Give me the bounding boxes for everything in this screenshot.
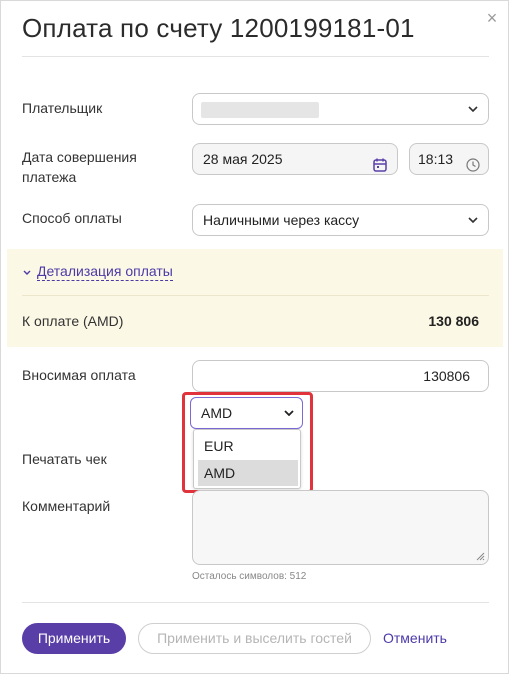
apply-button[interactable]: Применить xyxy=(22,623,126,654)
currency-dropdown: EUR AMD xyxy=(193,429,301,489)
payment-label: Вносимая оплата xyxy=(22,367,136,383)
payment-amount-value: 130806 xyxy=(423,368,470,384)
date-label: Дата совершения платежа xyxy=(22,147,137,187)
currency-select[interactable]: AMD xyxy=(190,397,303,429)
payment-details-toggle[interactable]: Детализация оплаты xyxy=(23,263,173,281)
footer-divider xyxy=(22,602,489,603)
payer-value-redacted xyxy=(201,102,319,118)
comment-counter: Осталось символов: 512 xyxy=(192,571,307,582)
currency-value: AMD xyxy=(201,405,233,421)
payer-label: Плательщик xyxy=(22,100,103,116)
date-label-line2: платежа xyxy=(22,169,77,185)
resize-grip-icon[interactable] xyxy=(475,551,485,561)
cancel-link[interactable]: Отменить xyxy=(383,630,447,646)
date-value: 28 мая 2025 xyxy=(203,151,283,167)
apply-and-checkout-button[interactable]: Применить и выселить гостей xyxy=(138,623,371,654)
print-receipt-label: Печатать чек xyxy=(22,451,107,467)
chevron-down-icon xyxy=(468,205,478,235)
method-label: Способ оплаты xyxy=(22,210,122,226)
payment-details-label: Детализация оплаты xyxy=(37,263,173,281)
amount-due-value: 130 806 xyxy=(428,313,479,329)
date-label-line1: Дата совершения xyxy=(22,149,137,165)
comment-textarea[interactable] xyxy=(192,490,489,565)
time-value: 18:13 xyxy=(418,151,454,167)
title-divider xyxy=(22,56,489,57)
clock-icon xyxy=(466,152,480,172)
payment-dialog: Оплата по счету 1200199181-01 × Плательщ… xyxy=(0,0,509,674)
method-select[interactable]: Наличными через кассу xyxy=(192,204,489,236)
chevron-down-icon xyxy=(468,94,478,124)
time-input[interactable]: 18:13 xyxy=(409,143,489,175)
comment-label: Комментарий xyxy=(22,498,111,514)
currency-option-eur[interactable]: EUR xyxy=(198,433,298,459)
calendar-icon[interactable] xyxy=(373,152,387,172)
details-divider xyxy=(22,295,489,296)
payment-amount-input[interactable]: 130806 xyxy=(192,360,489,392)
close-icon[interactable]: × xyxy=(485,9,499,27)
dialog-title: Оплата по счету 1200199181-01 xyxy=(22,13,415,43)
payer-select[interactable] xyxy=(192,93,489,125)
chevron-down-icon xyxy=(23,270,31,275)
currency-option-amd[interactable]: AMD xyxy=(198,460,298,486)
amount-due-label: К оплате (AMD) xyxy=(22,313,124,329)
date-input[interactable]: 28 мая 2025 xyxy=(192,143,398,175)
method-value: Наличными через кассу xyxy=(203,212,360,228)
chevron-down-icon xyxy=(284,398,294,428)
